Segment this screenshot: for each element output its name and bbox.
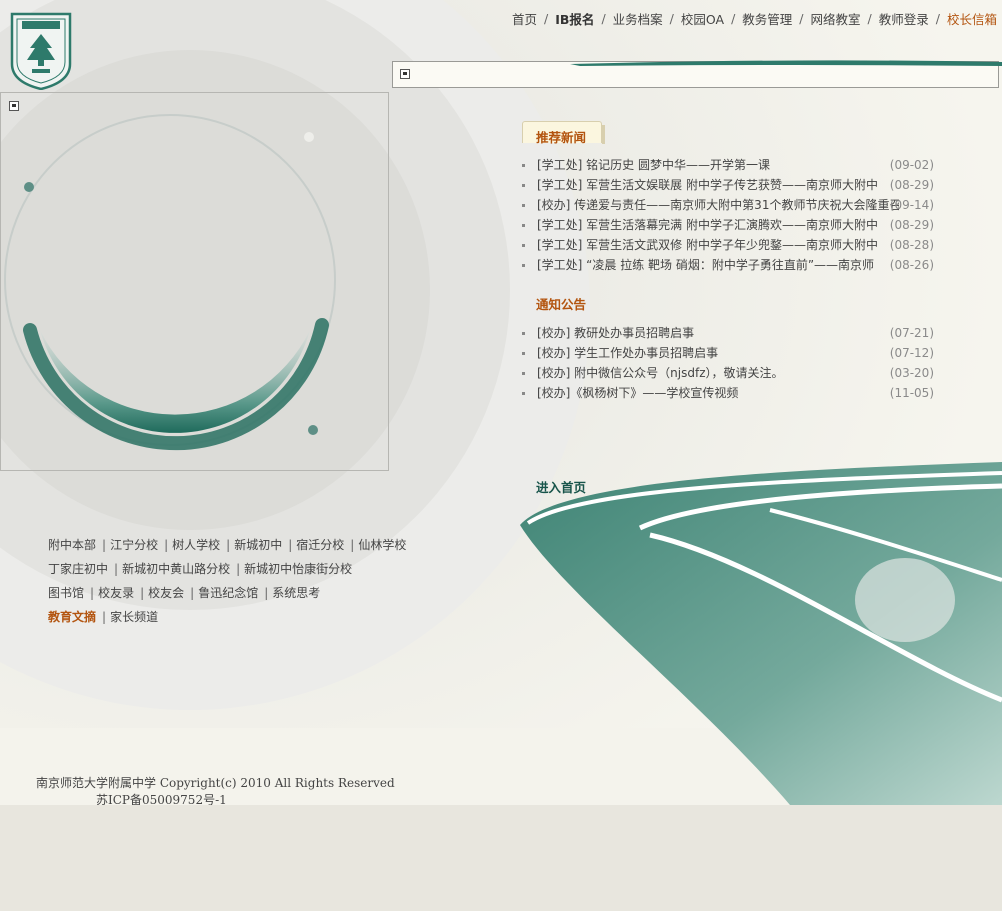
nav-item[interactable]: 网络教室 <box>811 9 861 28</box>
school-link[interactable]: 丁家庄初中 <box>48 562 108 576</box>
top-frame <box>392 61 999 88</box>
school-link[interactable]: 教育文摘 <box>48 610 96 624</box>
school-link[interactable]: 附中本部 <box>48 538 96 552</box>
news-tab-label: 推荐新闻 <box>536 130 587 145</box>
school-links: 附中本部 | 江宁分校 | 树人学校 | 新城初中 | 宿迁分校 | 仙林学校 丁家庄初中 | 新城初中… <box>48 533 406 629</box>
link-separator: | <box>114 562 119 576</box>
ring-dot-bottom <box>308 425 318 435</box>
notice-item-title: [校办]《枫杨树下》——学校宣传视频 <box>537 386 739 400</box>
top-panel-button-icon[interactable] <box>400 69 410 79</box>
news-item[interactable]: [学工处] 军营生活文武双修 附中学子年少兜鍪——南京师大附中 (08-28) <box>521 235 937 255</box>
news-item-title: [学工处] 军营生活落幕完满 附中学子汇演腾欢——南京师大附中 <box>537 218 878 232</box>
notice-item-title: [校办] 教研处办事员招聘启事 <box>537 326 695 340</box>
notice-item-date: (07-12) <box>889 346 934 360</box>
news-item[interactable]: [校办] 传递爱与责任——南京师大附中第31个教师节庆祝大会隆重召 (09-14) <box>521 195 937 215</box>
nav-separator: / <box>799 11 804 26</box>
nav-separator: / <box>935 11 940 26</box>
top-navigation: 首页 / IB报名 / 业务档案 / 校园OA / 教务管理 / 网络教室 / 教师登录 / 校长信箱 <box>512 9 997 28</box>
nav-item[interactable]: 教务管理 <box>742 9 792 28</box>
nav-separator: / <box>669 11 674 26</box>
school-link[interactable]: 校友录 <box>98 586 134 600</box>
notice-heading: 通知公告 <box>536 297 587 312</box>
nav-separator: / <box>731 11 736 26</box>
link-separator: | <box>164 538 169 552</box>
road-orb <box>855 558 955 642</box>
link-separator: | <box>90 586 95 600</box>
news-item[interactable]: [学工处] “凌晨 拉练 靶场 硝烟：附中学子勇往直前”——南京师 (08-26) <box>521 255 937 275</box>
link-separator: | <box>140 586 145 600</box>
school-link[interactable]: 仙林学校 <box>358 538 406 552</box>
nav-item[interactable]: IB报名 <box>555 9 594 28</box>
notice-item[interactable]: [校办]《枫杨树下》——学校宣传视频 (11-05) <box>521 383 937 403</box>
nav-item[interactable]: 首页 <box>512 9 537 28</box>
ring-dot-top <box>304 132 314 142</box>
link-separator: | <box>288 538 293 552</box>
news-item-date: (08-26) <box>889 258 934 272</box>
nav-item[interactable]: 校园OA <box>681 9 724 28</box>
icp-link[interactable]: 苏ICP备05009752号-1 <box>36 792 395 805</box>
school-link[interactable]: 宿迁分校 <box>296 538 344 552</box>
school-link[interactable]: 鲁迅纪念馆 <box>198 586 258 600</box>
link-separator: | <box>226 538 231 552</box>
notice-item-title: [校办] 学生工作处办事员招聘启事 <box>537 346 719 360</box>
nav-separator: / <box>601 11 606 26</box>
notice-item[interactable]: [校办] 学生工作处办事员招聘启事 (07-12) <box>521 343 937 363</box>
school-link[interactable]: 江宁分校 <box>110 538 158 552</box>
link-separator: | <box>264 586 269 600</box>
link-separator: | <box>190 586 195 600</box>
nav-item[interactable]: 业务档案 <box>613 9 663 28</box>
notice-item[interactable]: [校办] 教研处办事员招聘启事 (07-21) <box>521 323 937 343</box>
nav-item[interactable]: 校长信箱 <box>947 9 997 28</box>
left-panel-button-icon[interactable] <box>9 101 19 111</box>
links-row-4: 教育文摘 | 家长频道 <box>48 605 406 629</box>
news-item[interactable]: [学工处] 铭记历史 圆梦中华——开学第一课 (09-02) <box>521 155 937 175</box>
school-link[interactable]: 图书馆 <box>48 586 84 600</box>
notice-item-date: (07-21) <box>889 326 934 340</box>
nav-separator: / <box>867 11 872 26</box>
links-row-1: 附中本部 | 江宁分校 | 树人学校 | 新城初中 | 宿迁分校 | 仙林学校 <box>48 533 406 557</box>
news-item-date: (08-29) <box>889 178 934 192</box>
school-link[interactable]: 校友会 <box>148 586 184 600</box>
nav-item[interactable]: 教师登录 <box>879 9 929 28</box>
school-link[interactable]: 新城初中黄山路分校 <box>122 562 230 576</box>
ring-dot-left <box>24 182 34 192</box>
school-link[interactable]: 系统思考 <box>272 586 320 600</box>
school-logo[interactable] <box>8 12 74 90</box>
school-link[interactable]: 新城初中 <box>234 538 282 552</box>
news-item-title: [校办] 传递爱与责任——南京师大附中第31个教师节庆祝大会隆重召 <box>537 198 899 212</box>
news-item-date: (09-14) <box>889 198 934 212</box>
link-separator: | <box>102 610 107 624</box>
news-item-title: [学工处] “凌晨 拉练 靶场 硝烟：附中学子勇往直前”——南京师 <box>537 258 875 272</box>
school-link[interactable]: 树人学校 <box>172 538 220 552</box>
school-link[interactable]: 新城初中怡康街分校 <box>244 562 352 576</box>
nav-separator: / <box>544 11 549 26</box>
notice-item[interactable]: [校办] 附中微信公众号（njsdfz），敬请关注。 (03-20) <box>521 363 937 383</box>
news-item-title: [学工处] 铭记历史 圆梦中华——开学第一课 <box>537 158 770 172</box>
news-item-date: (08-28) <box>889 238 934 252</box>
link-separator: | <box>350 538 355 552</box>
link-separator: | <box>236 562 241 576</box>
copyright-text: 南京师范大学附属中学 Copyright(c) 2010 All Rights … <box>36 776 395 790</box>
news-tab[interactable]: 推荐新闻 <box>522 121 605 145</box>
notice-item-date: (03-20) <box>889 366 934 380</box>
page-stage: 首页 / IB报名 / 业务档案 / 校园OA / 教务管理 / 网络教室 / 教师登录 / 校长信箱 推荐… <box>0 0 1002 805</box>
links-row-2: 丁家庄初中 | 新城初中黄山路分校 | 新城初中怡康街分校 <box>48 557 406 581</box>
news-item-date: (08-29) <box>889 218 934 232</box>
news-item-title: [学工处] 军营生活文娱联展 附中学子传艺获赞——南京师大附中 <box>537 178 878 192</box>
enter-home-link[interactable]: 进入首页 <box>536 477 586 496</box>
news-list: [学工处] 铭记历史 圆梦中华——开学第一课 (09-02) [学工处] 军营生活文… <box>521 155 937 275</box>
news-item-title: [学工处] 军营生活文武双修 附中学子年少兜鍪——南京师大附中 <box>537 238 878 252</box>
news-item[interactable]: [学工处] 军营生活落幕完满 附中学子汇演腾欢——南京师大附中 (08-29) <box>521 215 937 235</box>
notice-list: [校办] 教研处办事员招聘启事 (07-21) [校办] 学生工作处办事员招聘启事 (… <box>521 323 937 403</box>
footer: 南京师范大学附属中学 Copyright(c) 2010 All Rights … <box>36 775 395 805</box>
news-item-date: (09-02) <box>889 158 934 172</box>
notice-item-date: (11-05) <box>889 386 934 400</box>
notice-item-title: [校办] 附中微信公众号（njsdfz），敬请关注。 <box>537 366 784 380</box>
links-row-3: 图书馆 | 校友录 | 校友会 | 鲁迅纪念馆 | 系统思考 <box>48 581 406 605</box>
link-separator: | <box>102 538 107 552</box>
news-item[interactable]: [学工处] 军营生活文娱联展 附中学子传艺获赞——南京师大附中 (08-29) <box>521 175 937 195</box>
school-link[interactable]: 家长频道 <box>110 610 158 624</box>
